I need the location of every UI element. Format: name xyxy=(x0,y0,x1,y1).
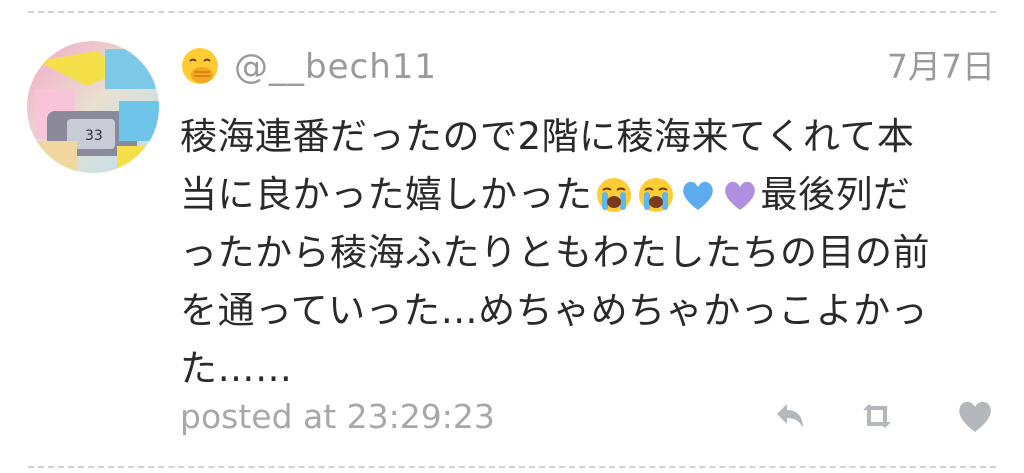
username[interactable]: @__bech11 xyxy=(234,44,437,90)
tweet-text-line-1: 稜海連番だったので2階に稜海来てくれて本 xyxy=(180,115,915,158)
heart-icon[interactable] xyxy=(955,396,995,436)
purple-heart-icon xyxy=(721,176,759,214)
retweet-icon[interactable] xyxy=(857,396,897,436)
reply-icon[interactable] xyxy=(769,396,809,436)
avatar-photo: 33 xyxy=(27,41,159,173)
loudly-crying-face-icon xyxy=(595,176,633,214)
tweet-text-line-5: た…… xyxy=(180,347,293,390)
tweet-text-line-2b: 最後列だ xyxy=(760,173,911,216)
svg-text:33: 33 xyxy=(85,128,103,144)
tweet-text: 稜海連番だったので2階に稜海来てくれて本 当に良かった嬉しかった 最後列だ ったか… xyxy=(180,108,995,398)
posted-timestamp[interactable]: posted at 23:29:23 xyxy=(180,392,495,442)
avatar[interactable]: 33 xyxy=(27,41,159,173)
tweet-header: @__bech11 7月7日 xyxy=(180,44,995,90)
loudly-crying-face-icon xyxy=(637,176,675,214)
tweet-card: 33 @__bech11 7月7日 稜海連番だったので2階に稜海来てくれて本 当… xyxy=(0,0,1024,473)
tweet-text-line-4: を通っていった…めちゃめちゃかっこよかっ xyxy=(180,289,929,332)
tweet-date[interactable]: 7月7日 xyxy=(887,44,995,90)
bottom-divider xyxy=(28,466,996,468)
top-divider xyxy=(28,11,996,13)
blue-heart-icon xyxy=(679,176,717,214)
tweet-footer: posted at 23:29:23 xyxy=(180,392,995,442)
tweet-text-line-2: 当に良かった嬉しかった 最後列だ xyxy=(180,166,995,224)
face-with-hand-over-mouth-icon xyxy=(180,46,220,86)
tweet-text-line-3: ったから稜海ふたりともわたしたちの目の前 xyxy=(180,231,930,274)
tweet-text-line-2a: 当に良かった嬉しかった xyxy=(180,173,593,216)
